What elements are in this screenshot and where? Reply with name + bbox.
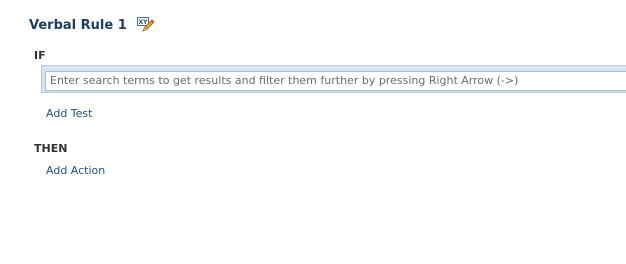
- if-section-label: IF: [34, 49, 46, 62]
- verbal-rule-panel: Verbal Rule 1 XY IF Add Test THEN Add Ac…: [0, 0, 626, 264]
- rule-header: Verbal Rule 1 XY: [29, 15, 155, 35]
- condition-search-frame: [41, 65, 626, 93]
- add-action-link[interactable]: Add Action: [46, 164, 105, 177]
- condition-search-input[interactable]: [45, 70, 626, 91]
- edit-pencil-icon[interactable]: XY: [136, 17, 155, 33]
- add-test-link[interactable]: Add Test: [46, 107, 92, 120]
- rule-title: Verbal Rule 1: [29, 17, 127, 33]
- then-section-label: THEN: [34, 142, 68, 155]
